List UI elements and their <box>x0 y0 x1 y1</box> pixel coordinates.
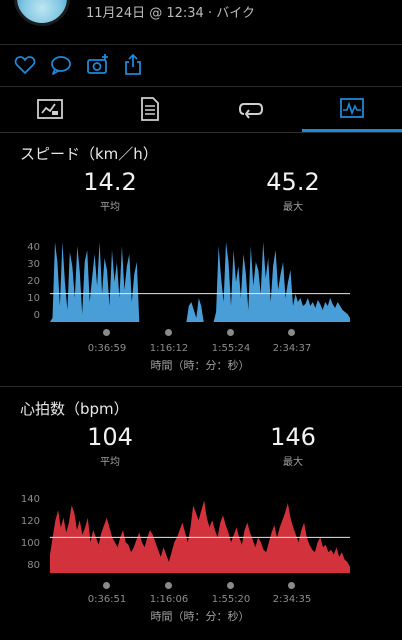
heart-avg-value: 104 <box>87 423 133 451</box>
heart-xtick-marker <box>227 582 234 589</box>
heart-ytick: 80 <box>27 560 40 571</box>
heart-xtick-label: 2:34:35 <box>272 594 312 605</box>
heart-max-label: 最大 <box>283 457 303 468</box>
heart-xtick-label: 1:16:06 <box>149 594 189 605</box>
heart-chart <box>50 500 350 573</box>
speed-xtick-label: 1:55:24 <box>211 343 251 354</box>
speed-ytick: 10 <box>27 293 40 304</box>
action-bar <box>0 44 402 87</box>
heart-max-value: 146 <box>270 423 316 451</box>
speed-ytick: 30 <box>27 259 40 270</box>
speed-ytick: 20 <box>27 276 40 287</box>
speed-section: スピード（km／h） 14.2 平均 45.2 最大 40 30 20 10 0… <box>0 132 402 386</box>
speed-avg-value: 14.2 <box>83 168 137 196</box>
heart-avg-label: 平均 <box>100 457 120 468</box>
speed-ytick: 0 <box>33 310 40 321</box>
tab-laps[interactable] <box>201 86 301 132</box>
speed-max-value: 45.2 <box>266 168 320 196</box>
speed-xtick-label: 2:34:37 <box>272 343 312 354</box>
graph-icon <box>340 97 364 118</box>
heart-ytick: 140 <box>20 494 40 505</box>
heart-xtick-label: 1:55:20 <box>211 594 251 605</box>
heart-icon[interactable] <box>13 53 37 77</box>
speed-max-label: 最大 <box>283 202 303 213</box>
heart-xtick-marker <box>288 582 295 589</box>
heart-x-axis-title: 時間（時：分：秒） <box>150 610 250 623</box>
speed-xtick-label: 1:16:12 <box>149 343 189 354</box>
share-icon[interactable] <box>121 53 145 77</box>
heart-xtick-marker <box>165 582 172 589</box>
heart-ytick: 120 <box>20 516 40 527</box>
speed-title: スピード（km／h） <box>20 145 158 163</box>
activity-header: 11月24日 @ 12:34 · バイク <box>0 0 402 45</box>
tab-graphs[interactable] <box>302 86 402 132</box>
heart-xtick-marker <box>103 582 110 589</box>
heart-xtick-label: 0:36:51 <box>87 594 127 605</box>
tab-summary[interactable] <box>0 86 100 132</box>
avatar[interactable] <box>14 0 70 26</box>
chart-card-icon <box>37 99 63 119</box>
camera-add-icon[interactable] <box>86 53 110 77</box>
speed-ytick: 40 <box>27 242 40 253</box>
heart-rate-section: 心拍数（bpm） 104 平均 146 最大 140 120 100 80 0:… <box>0 387 402 640</box>
speed-xtick-marker <box>227 329 234 336</box>
speed-chart <box>50 242 350 322</box>
tab-details[interactable] <box>100 86 200 132</box>
heart-series-area <box>50 500 350 573</box>
speed-xtick-marker <box>165 329 172 336</box>
laps-icon <box>238 103 264 119</box>
speed-xtick-label: 0:36:59 <box>87 343 127 354</box>
speed-series-area <box>50 242 350 322</box>
document-icon <box>141 97 159 121</box>
speed-x-axis-title: 時間（時：分：秒） <box>150 359 250 372</box>
speed-xtick-marker <box>103 329 110 336</box>
heart-ytick: 100 <box>20 538 40 549</box>
tab-bar <box>0 86 402 133</box>
comment-icon[interactable] <box>49 53 73 77</box>
speed-xtick-marker <box>288 329 295 336</box>
activity-info: 11月24日 @ 12:34 · バイク <box>86 6 255 21</box>
heart-rate-title: 心拍数（bpm） <box>20 400 129 418</box>
speed-avg-label: 平均 <box>100 202 120 213</box>
